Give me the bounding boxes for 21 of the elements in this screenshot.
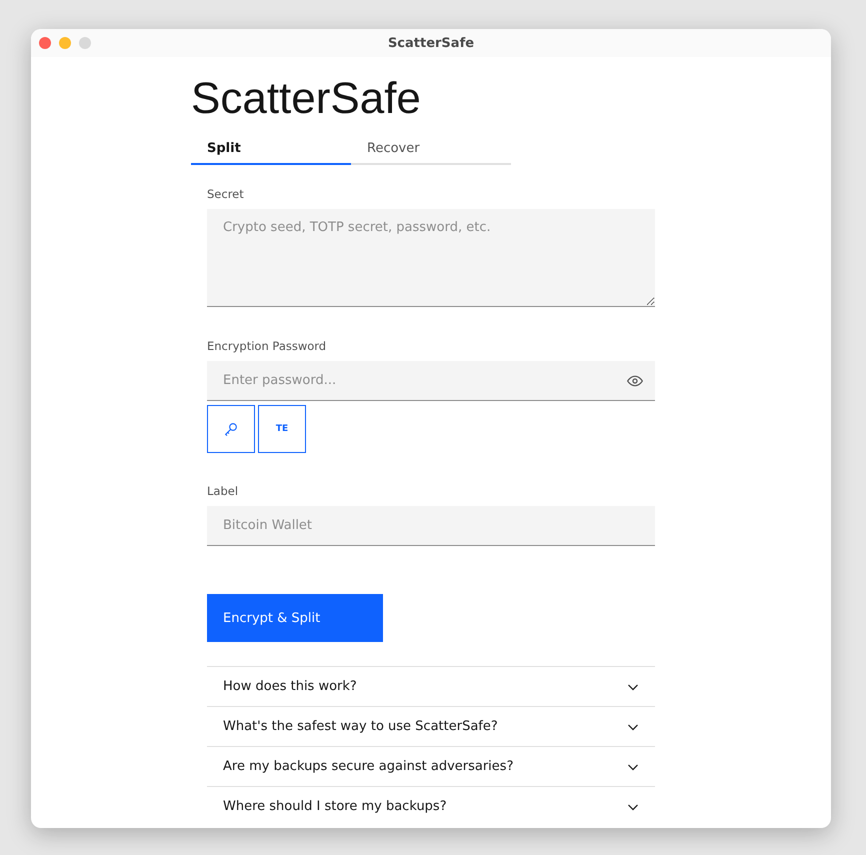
field-label: Encryption Password [207,339,326,353]
minimize-button[interactable] [59,37,71,49]
accordion-item[interactable]: What's the safest way to use ScatterSafe? [207,706,655,746]
eye-icon[interactable] [627,373,643,389]
field-label: Secret [207,187,244,201]
key-icon [223,421,239,437]
tab[interactable]: Recover [351,133,511,165]
label-field[interactable]: Bitcoin Wallet [207,506,655,546]
tab[interactable]: Split [191,133,351,165]
field-label: Label [207,484,238,498]
encrypt-split-button[interactable]: Encrypt & Split [207,594,383,642]
accordion-item[interactable]: Are my backups secure against adversaries? [207,746,655,786]
text-button[interactable]: TE [258,405,306,453]
password-field[interactable]: Enter password... [207,361,655,401]
secret-field[interactable]: Crypto seed, TOTP secret, password, etc. [207,209,655,307]
key-button[interactable] [207,405,255,453]
close-button[interactable] [39,37,51,49]
app-title: ScatterSafe [191,73,421,125]
accordion-item[interactable]: How does this work? [207,666,655,706]
window-title: ScatterSafe [388,36,474,50]
accordion-item[interactable]: Where should I store my backups? [207,786,655,826]
